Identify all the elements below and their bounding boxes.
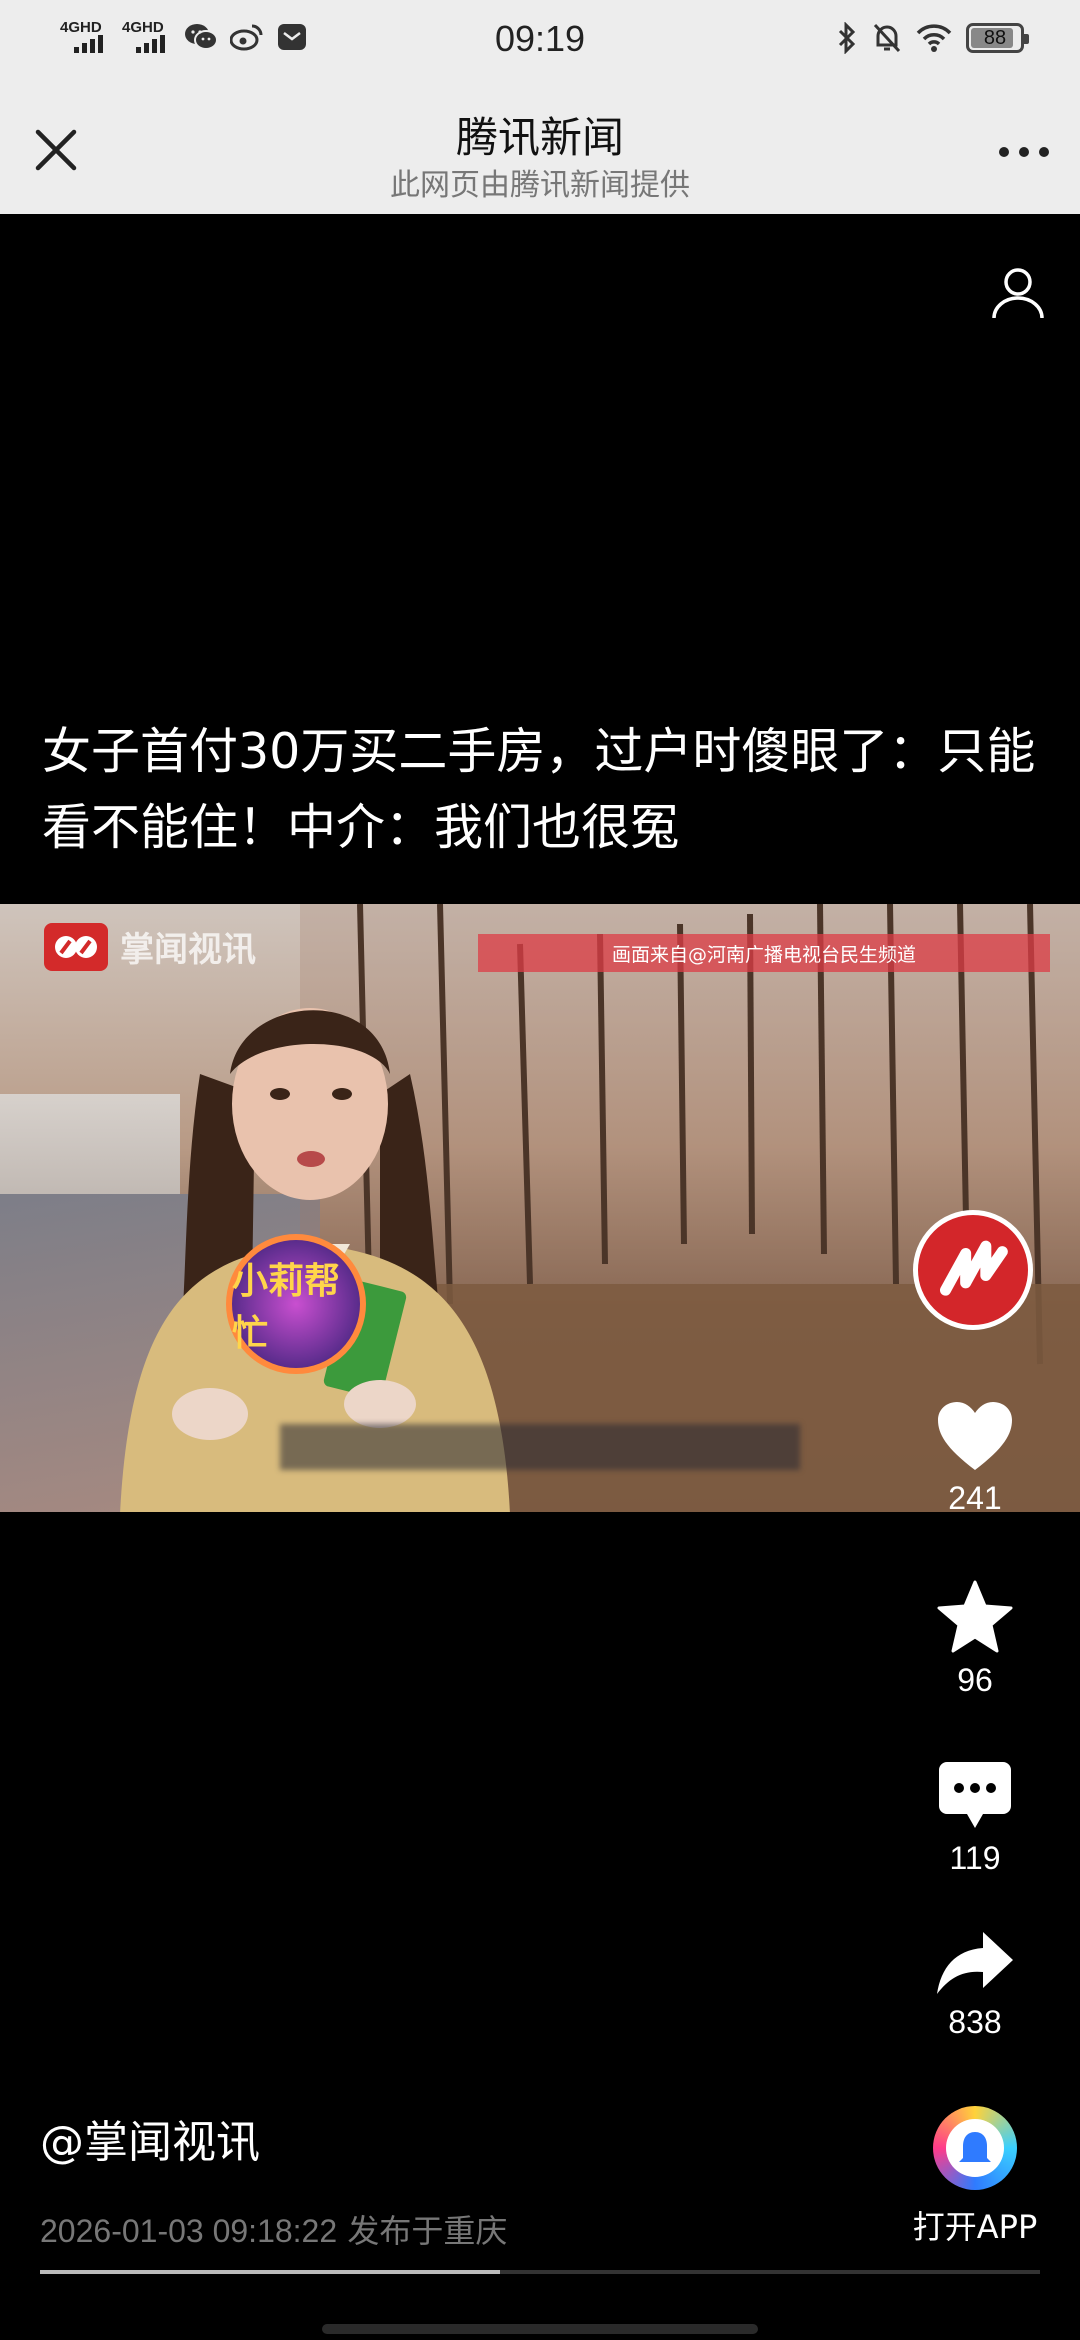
open-app-label: 打开APP bbox=[912, 2208, 1038, 2246]
like-count: 241 bbox=[948, 1480, 1002, 1516]
heart-icon bbox=[938, 1402, 1012, 1470]
home-indicator[interactable] bbox=[322, 2324, 758, 2334]
zhangwen-logo-icon bbox=[44, 922, 108, 971]
wifi-icon bbox=[916, 24, 952, 52]
video-source-banner: 画面来自@河南广播电视台民生频道 bbox=[478, 934, 1050, 972]
zhangwen-brand-icon[interactable] bbox=[913, 1210, 1033, 1330]
more-icon[interactable] bbox=[992, 124, 1056, 180]
page-subtitle: 此网页由腾讯新闻提供 bbox=[390, 168, 690, 203]
publish-date: 2026-01-03 09:18:22 bbox=[40, 2213, 338, 2249]
status-bar: 4GHD 4GHD 09:19 88 bbox=[0, 0, 1080, 84]
video-progress-fill bbox=[40, 2270, 500, 2274]
share-icon bbox=[937, 1932, 1013, 1994]
user-icon[interactable] bbox=[986, 262, 1050, 326]
article-headline: 女子首付30万买二手房，过户时傻眼了：只能看不能住！中介：我们也很冤 bbox=[42, 723, 1036, 856]
video-watermark-logo: 掌闻视讯 bbox=[44, 922, 256, 971]
video-progress-bar[interactable] bbox=[40, 2270, 1040, 2274]
publish-location: 发布于重庆 bbox=[347, 2212, 508, 2250]
favorite-button[interactable]: 96 bbox=[900, 1580, 1050, 1699]
share-button[interactable]: 838 bbox=[900, 1930, 1050, 2041]
comment-button[interactable]: 119 bbox=[900, 1760, 1050, 1877]
video-watermark-text: 掌闻视讯 bbox=[120, 930, 256, 970]
battery-icon: 88 bbox=[966, 23, 1029, 53]
star-icon bbox=[937, 1580, 1013, 1653]
open-app-button[interactable]: 打开APP bbox=[900, 2106, 1050, 2248]
page-title: 腾讯新闻 bbox=[455, 113, 624, 162]
publish-info: 2026-01-03 09:18:22 发布于重庆 bbox=[40, 2206, 507, 2252]
share-count: 838 bbox=[948, 2004, 1002, 2040]
video-badge: 小莉帮忙 bbox=[226, 1234, 366, 1374]
favorite-count: 96 bbox=[957, 1662, 993, 1698]
video-page: 女子首付30万买二手房，过户时傻眼了：只能看不能住！中介：我们也很冤 小莉帮忙 … bbox=[0, 214, 1080, 2340]
author-name[interactable]: @掌闻视讯 bbox=[40, 2106, 260, 2170]
mute-icon bbox=[873, 23, 901, 53]
status-right: 88 bbox=[836, 22, 1029, 54]
battery-level: 88 bbox=[983, 26, 1007, 49]
nav-bar: 腾讯新闻 此网页由腾讯新闻提供 bbox=[0, 84, 1080, 214]
tencent-news-logo-icon bbox=[933, 2106, 1017, 2190]
like-button[interactable]: 241 bbox=[900, 1400, 1050, 1517]
video-subtitle-blurred bbox=[280, 1424, 800, 1470]
comment-count: 119 bbox=[949, 1840, 1001, 1876]
bluetooth-icon bbox=[838, 22, 856, 54]
comment-icon bbox=[939, 1762, 1011, 1828]
